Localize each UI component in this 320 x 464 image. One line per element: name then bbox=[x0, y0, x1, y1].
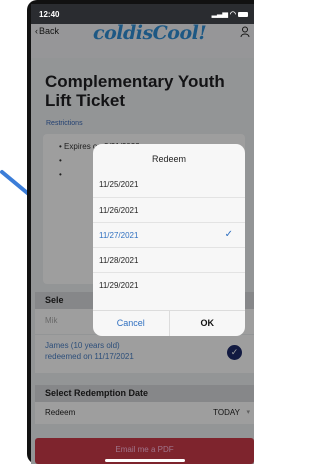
date-option[interactable]: 11/28/2021 bbox=[93, 247, 245, 273]
status-bar: 12:40 ▂▃▅ ◠ bbox=[31, 4, 254, 24]
checkmark-icon: ✓ bbox=[224, 229, 233, 240]
ok-button[interactable]: OK bbox=[170, 311, 246, 336]
date-option[interactable]: 11/25/2021 bbox=[93, 172, 245, 197]
redeem-date-dialog: Redeem 11/25/2021 11/26/2021 11/27/2021 … bbox=[93, 144, 245, 336]
dialog-title: Redeem bbox=[151, 154, 187, 164]
cancel-button[interactable]: Cancel bbox=[93, 311, 170, 336]
battery-icon bbox=[238, 11, 248, 17]
phone-frame: 12:40 ▂▃▅ ◠ ‹ Back coldisCool! Complemen… bbox=[27, 0, 254, 464]
app-screen: 12:40 ▂▃▅ ◠ ‹ Back coldisCool! Complemen… bbox=[31, 4, 254, 464]
status-time: 12:40 bbox=[39, 9, 60, 19]
date-option-selected[interactable]: 11/27/2021 ✓ bbox=[93, 222, 245, 248]
home-indicator bbox=[105, 459, 185, 462]
date-options-list[interactable]: 11/25/2021 11/26/2021 11/27/2021 ✓ 11/28… bbox=[93, 172, 245, 300]
wifi-icon: ◠ bbox=[229, 11, 236, 18]
date-option[interactable]: 11/26/2021 bbox=[93, 197, 245, 223]
date-option[interactable]: 11/29/2021 bbox=[93, 272, 245, 298]
status-icons: ▂▃▅ ◠ bbox=[212, 10, 248, 18]
dialog-actions: Cancel OK bbox=[93, 310, 245, 336]
signal-icon: ▂▃▅ bbox=[211, 11, 228, 18]
